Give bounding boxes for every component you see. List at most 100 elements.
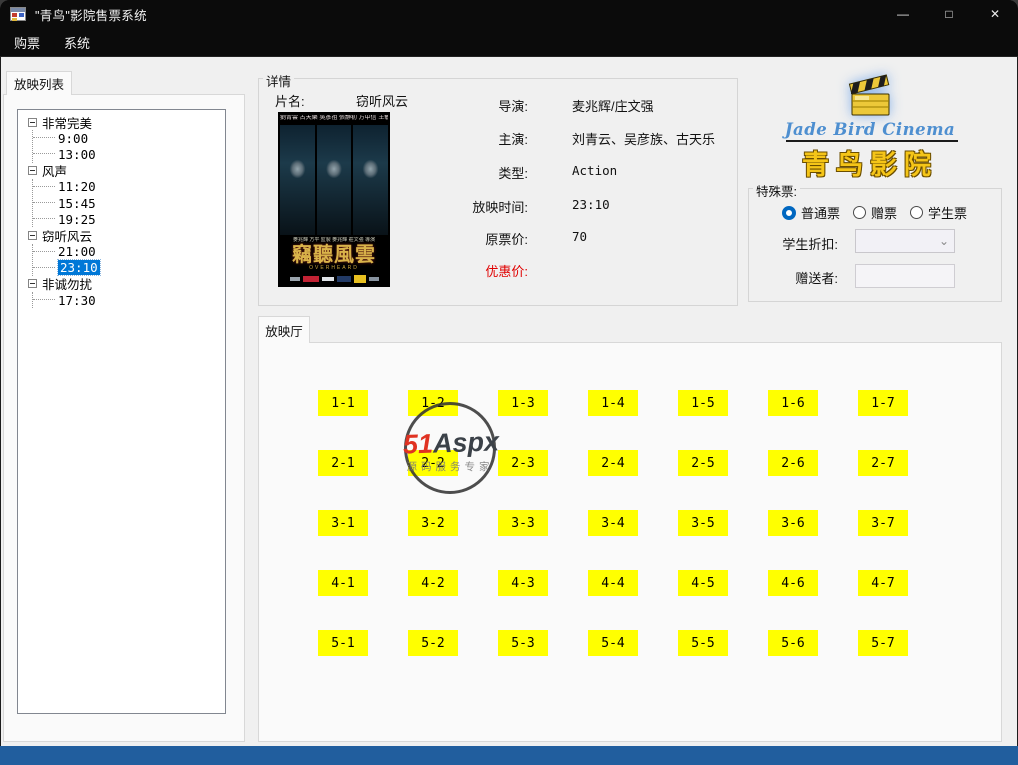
giver-textbox[interactable] [855, 264, 955, 288]
detail-field-label: 原票价: [485, 232, 528, 247]
tree-time-node[interactable]: 19:25 [33, 211, 223, 227]
tree-time-node[interactable]: 21:00 [33, 244, 223, 260]
seat-button[interactable]: 3-6 [768, 510, 818, 536]
seat-button[interactable]: 3-4 [588, 510, 638, 536]
seat-button[interactable]: 1-2 [408, 390, 458, 416]
seat-button[interactable]: 2-3 [498, 450, 548, 476]
app-icon [10, 7, 26, 21]
collapse-icon[interactable] [28, 279, 37, 289]
tab-screening-hall[interactable]: 放映厅 [258, 316, 310, 343]
radio-icon[interactable] [910, 206, 924, 219]
seat-button[interactable]: 1-6 [768, 390, 818, 416]
collapse-icon[interactable] [28, 117, 37, 127]
application-window: "青鸟"影院售票系统 — □ ✕ 购票 系统 放映列表 非常完美 9:00 13:0… [0, 0, 1018, 765]
tree-movie-node[interactable]: 非诚勿扰 [28, 276, 223, 292]
radio-selected-icon[interactable] [782, 205, 796, 220]
tree-movie-node[interactable]: 窃听风云 [28, 226, 223, 245]
collapse-icon[interactable] [28, 166, 37, 176]
seat-button[interactable]: 2-6 [768, 450, 818, 476]
detail-field-label: 类型: [498, 166, 528, 181]
seat-button[interactable]: 3-2 [408, 510, 458, 536]
seat-button[interactable]: 5-5 [678, 630, 728, 656]
screening-time[interactable]: 21:00 [58, 244, 96, 259]
window-title: "青鸟"影院售票系统 [35, 8, 147, 23]
poster-title: 竊聽風雲 [292, 242, 376, 266]
chevron-down-icon[interactable]: ⌄ [934, 230, 954, 252]
seat-button[interactable]: 3-1 [318, 510, 368, 536]
seat-button[interactable]: 4-5 [678, 570, 728, 596]
seat-button[interactable]: 3-3 [498, 510, 548, 536]
ticket-type-option[interactable]: 赠票 [853, 203, 897, 222]
student-discount-input[interactable] [856, 229, 934, 253]
brand-divider [786, 140, 958, 142]
screening-time[interactable]: 17:30 [58, 293, 96, 308]
movie-poster: 劉青雲 古天樂 吳彥祖 張靜初 方中信 王敏德 陳偉霆 麥兆輝 方平 監製 麥兆… [278, 112, 390, 287]
tree-time-node[interactable]: 17:30 [33, 292, 223, 308]
movie-times: 17:30 [32, 292, 223, 309]
seat-button[interactable]: 2-5 [678, 450, 728, 476]
seat-button[interactable]: 4-7 [858, 570, 908, 596]
seat-button[interactable]: 1-1 [318, 390, 368, 416]
seat-button[interactable]: 1-4 [588, 390, 638, 416]
seat-button[interactable]: 3-5 [678, 510, 728, 536]
screening-time[interactable]: 15:45 [58, 196, 96, 211]
screening-time[interactable]: 13:00 [58, 147, 96, 162]
seat-button[interactable]: 5-2 [408, 630, 458, 656]
poster-cast-line: 劉青雲 古天樂 吳彥祖 張靜初 方中信 王敏德 陳偉霆 [280, 115, 388, 121]
seat-button[interactable]: 2-2 [408, 450, 458, 476]
tree-time-node[interactable]: 15:45 [33, 195, 223, 211]
ticket-type-option[interactable]: 普通票 [782, 203, 840, 222]
screening-time[interactable]: 9:00 [58, 131, 88, 146]
minimize-button[interactable]: — [880, 0, 926, 28]
movie-title[interactable]: 风声 [42, 161, 67, 180]
screening-time[interactable]: 23:10 [57, 259, 101, 277]
maximize-button[interactable]: □ [926, 0, 972, 28]
tree-time-node[interactable]: 13:00 [33, 146, 223, 162]
screening-time[interactable]: 19:25 [58, 212, 96, 227]
seat-button[interactable]: 5-4 [588, 630, 638, 656]
movie-title[interactable]: 非诚勿扰 [42, 274, 92, 293]
seat-button[interactable]: 4-3 [498, 570, 548, 596]
seat-button[interactable]: 2-1 [318, 450, 368, 476]
tree-time-node[interactable]: 9:00 [33, 130, 223, 146]
seat-button[interactable]: 4-1 [318, 570, 368, 596]
menu-item-system[interactable]: 系统 [54, 30, 100, 54]
seat-button[interactable]: 5-1 [318, 630, 368, 656]
seat-button[interactable]: 4-4 [588, 570, 638, 596]
screening-time[interactable]: 11:20 [58, 179, 96, 194]
screening-tree[interactable]: 非常完美 9:00 13:00 风声 11:20 15:45 19:25 窃听风云 21:00 2… [17, 109, 226, 714]
tree-time-node[interactable]: 11:20 [33, 179, 223, 195]
ticket-type-option[interactable]: 学生票 [910, 203, 967, 222]
seat-button[interactable]: 4-6 [768, 570, 818, 596]
giver-input[interactable] [856, 265, 954, 287]
seat-button[interactable]: 5-7 [858, 630, 908, 656]
seat-button[interactable]: 2-7 [858, 450, 908, 476]
seat-button[interactable]: 3-7 [858, 510, 908, 536]
status-bar [0, 746, 1018, 765]
close-button[interactable]: ✕ [972, 0, 1018, 28]
seat-button[interactable]: 5-3 [498, 630, 548, 656]
detail-field-value: 23:10 [572, 197, 610, 212]
clapperboard-icon [848, 74, 890, 116]
collapse-icon[interactable] [28, 230, 37, 240]
seat-button[interactable]: 4-2 [408, 570, 458, 596]
movie-title[interactable]: 非常完美 [42, 113, 92, 132]
tree-movie-node[interactable]: 非常完美 [28, 113, 223, 132]
window-controls: — □ ✕ [880, 0, 1018, 28]
seat-button[interactable]: 2-4 [588, 450, 638, 476]
seat-button[interactable]: 5-6 [768, 630, 818, 656]
movie-title[interactable]: 窃听风云 [42, 226, 92, 245]
radio-icon[interactable] [853, 206, 867, 219]
ticket-type-label: 普通票 [801, 206, 841, 221]
brand-chinese-name: 青鸟影院 [802, 150, 938, 180]
detail-field-value: 刘青云、吴彦族、古天乐 [572, 132, 716, 147]
giver-label: 赠送者: [795, 271, 838, 286]
student-discount-combobox[interactable]: ⌄ [855, 229, 955, 253]
tab-screening-list[interactable]: 放映列表 [6, 71, 72, 95]
seat-button[interactable]: 1-3 [498, 390, 548, 416]
seat-button[interactable]: 1-7 [858, 390, 908, 416]
tree-time-node[interactable]: 23:10 [33, 259, 223, 277]
tree-movie-node[interactable]: 风声 [28, 163, 223, 179]
seat-button[interactable]: 1-5 [678, 390, 728, 416]
menu-item-buy-ticket[interactable]: 购票 [4, 30, 50, 54]
